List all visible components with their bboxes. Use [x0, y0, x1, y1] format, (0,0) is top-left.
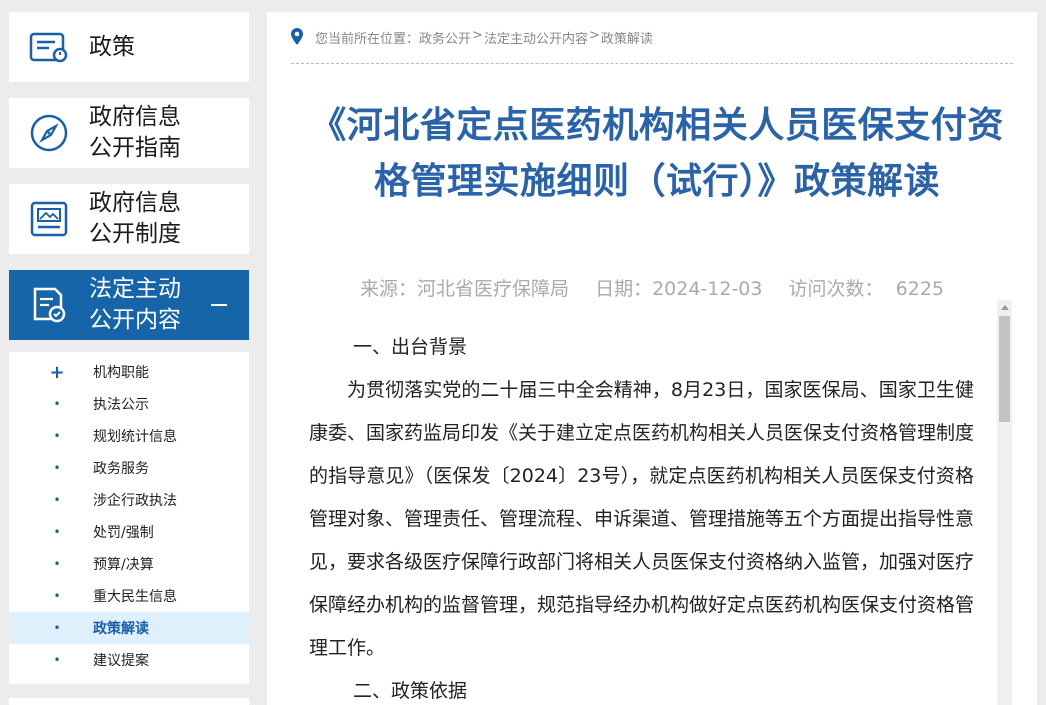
submenu-item[interactable]: • 规划统计信息: [9, 420, 249, 452]
article-date: 日期：2024-12-03: [595, 278, 763, 300]
submenu-item-label: 执法公示: [93, 397, 149, 413]
scrollbar[interactable]: [997, 300, 1012, 705]
submenu-item-label: 预算/决算: [93, 557, 154, 573]
sidebar-item-system[interactable]: 政府信息 公开制度: [9, 184, 249, 254]
breadcrumb: 您当前所在位置： 政务公开 > 法定主动公开内容 > 政策解读: [291, 28, 1013, 64]
section-heading: 二、政策依据: [353, 680, 468, 702]
submenu-item-label: 政务服务: [93, 461, 149, 477]
article-body: 一、出台背景 为贯彻落实党的二十届三中全会精神，8月23日，国家医保局、国家卫生…: [309, 326, 974, 705]
bullet-icon: •: [53, 557, 61, 571]
sidebar: 政策 政府信息 公开指南 政府信息 公开制度 法定主动 公开内容 + 机构职能 • 执…: [9, 12, 249, 705]
bullet-icon: •: [53, 461, 61, 475]
submenu-item[interactable]: • 涉企行政执法: [9, 484, 249, 516]
submenu-item[interactable]: • 执法公示: [9, 388, 249, 420]
sidebar-item-policy[interactable]: 政策: [9, 12, 249, 82]
submenu-item-label: 政策解读: [93, 621, 149, 637]
submenu-item-label: 建议提案: [93, 653, 149, 669]
sidebar-item-label: 法定主动 公开内容: [89, 276, 181, 333]
bullet-icon: •: [53, 525, 61, 539]
submenu-item-label: 重大民生信息: [93, 589, 177, 605]
submenu-item-label: 规划统计信息: [93, 429, 177, 445]
submenu-item-label: 涉企行政执法: [93, 493, 177, 509]
bullet-icon: •: [53, 621, 61, 635]
breadcrumb-link[interactable]: 政策解读: [601, 28, 653, 47]
article-title: 《河北省定点医药机构相关人员医保支付资格管理实施细则（试行）》政策解读: [310, 105, 1004, 202]
article-source: 来源：河北省医疗保障局: [360, 278, 570, 300]
scroll-up-icon[interactable]: [997, 300, 1012, 314]
submenu-item-label: 机构职能: [93, 365, 149, 381]
sidebar-item-label: 政府信息 公开制度: [89, 190, 181, 247]
bullet-icon: •: [53, 429, 61, 443]
submenu-item[interactable]: • 处罚/强制: [9, 516, 249, 548]
scrollbar-thumb[interactable]: [999, 316, 1010, 422]
submenu-item[interactable]: • 重大民生信息: [9, 580, 249, 612]
sidebar-item-guide[interactable]: 政府信息 公开指南: [9, 98, 249, 168]
monitor-doc-icon: [29, 199, 69, 239]
section-heading: 一、出台背景: [353, 336, 468, 358]
paragraph: 为贯彻落实党的二十届三中全会精神，8月23日，国家医保局、国家卫生健康委、国家药…: [309, 379, 975, 659]
sidebar-item-active-disclosure[interactable]: 法定主动 公开内容: [9, 270, 249, 340]
collapse-icon[interactable]: [211, 304, 227, 306]
compass-icon: [29, 113, 69, 153]
location-pin-icon: [291, 28, 307, 49]
submenu-item-label: 处罚/强制: [93, 525, 154, 541]
breadcrumb-link[interactable]: 法定主动公开内容: [484, 28, 588, 47]
breadcrumb-prefix: 您当前所在位置：: [315, 32, 420, 47]
article-meta: 来源：河北省医疗保障局 日期：2024-12-03 访问次数： 6225: [267, 274, 1037, 301]
sidebar-item-next[interactable]: [9, 698, 249, 705]
bullet-icon: •: [53, 493, 61, 507]
expand-icon: +: [49, 361, 65, 383]
sidebar-item-label: 政府信息 公开指南: [89, 104, 181, 161]
breadcrumb-separator: >: [588, 28, 600, 43]
document-icon: [29, 285, 69, 325]
submenu-item[interactable]: + 机构职能: [9, 356, 249, 388]
main-content: 您当前所在位置： 政务公开 > 法定主动公开内容 > 政策解读 《河北省定点医药…: [267, 12, 1037, 705]
bullet-icon: •: [53, 653, 61, 667]
breadcrumb-separator: >: [472, 28, 483, 43]
submenu-item[interactable]: • 预算/决算: [9, 548, 249, 580]
sidebar-item-label: 政策: [89, 33, 135, 60]
bullet-icon: •: [53, 589, 61, 603]
article-visits: 访问次数： 6225: [788, 278, 944, 300]
bullet-icon: •: [53, 397, 61, 411]
submenu: + 机构职能 • 执法公示 • 规划统计信息 • 政务服务 • 涉企行政执法 • 处罚/强制 • 预算/决…: [9, 352, 249, 684]
submenu-item[interactable]: • 政务服务: [9, 452, 249, 484]
submenu-item[interactable]: • 政策解读: [9, 612, 249, 644]
policy-doc-icon: [29, 27, 69, 67]
submenu-item[interactable]: • 建议提案: [9, 644, 249, 676]
breadcrumb-link[interactable]: 政务公开: [419, 28, 471, 47]
